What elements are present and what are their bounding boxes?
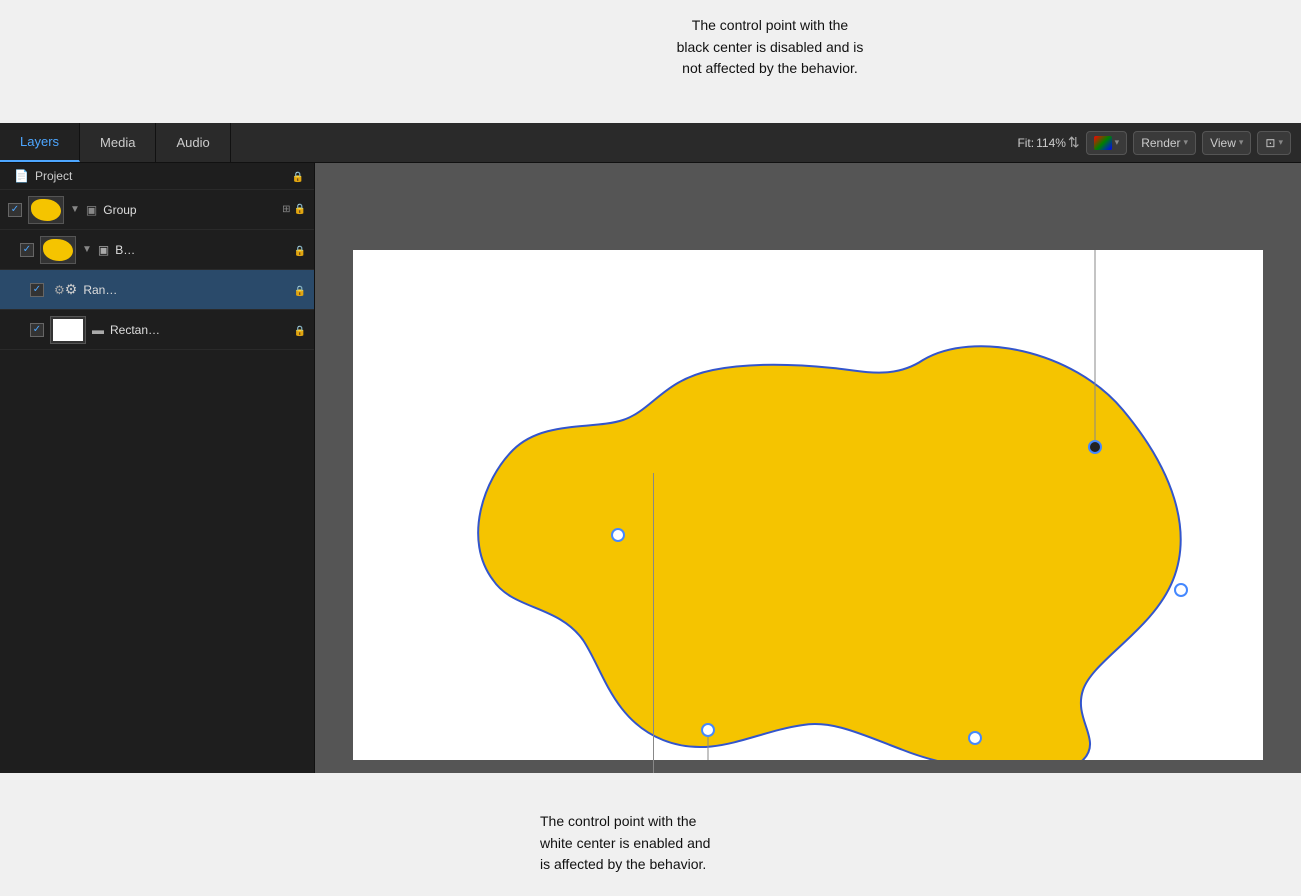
tab-audio[interactable]: Audio bbox=[156, 123, 230, 162]
layer-triangle-group[interactable]: ▼ bbox=[70, 204, 80, 215]
ctrl-pt-bottom-right bbox=[969, 732, 981, 744]
render-button[interactable]: Render ▾ bbox=[1133, 131, 1196, 155]
fit-value: 114% bbox=[1036, 136, 1066, 150]
top-bar: Layers Media Audio Fit: 114% ⇅ ▾ Render … bbox=[0, 123, 1301, 163]
layer-thumb-group bbox=[28, 196, 64, 224]
render-chevron: ▾ bbox=[1184, 137, 1189, 148]
layer-folder-icon bbox=[86, 203, 97, 217]
top-annotation-area: The control point with theblack center i… bbox=[0, 0, 1301, 123]
view-label: View bbox=[1210, 136, 1236, 150]
project-row: Project bbox=[0, 163, 314, 190]
blob-svg bbox=[353, 250, 1263, 760]
layer-row-rectangle[interactable]: Rectan… bbox=[0, 310, 314, 350]
sidebar: Project ▼ Group ⊞ ▼ B… ⚙ Ran… bbox=[0, 163, 315, 836]
tab-media[interactable]: Media bbox=[80, 123, 156, 162]
fit-stepper-icon[interactable]: ⇅ bbox=[1068, 134, 1080, 151]
bottom-annotation-text: The control point with thewhite center i… bbox=[540, 811, 970, 876]
layer-lock-group[interactable] bbox=[294, 204, 306, 215]
tab-layers-label: Layers bbox=[20, 134, 59, 149]
layer-stack-icon: ⊞ bbox=[282, 204, 290, 215]
color-swatch bbox=[1094, 136, 1112, 150]
color-button[interactable]: ▾ bbox=[1086, 131, 1128, 155]
window-button[interactable]: ⊡ ▾ bbox=[1257, 131, 1291, 155]
fit-label: Fit: bbox=[1017, 136, 1034, 150]
top-annotation-label: The control point with theblack center i… bbox=[677, 17, 864, 76]
layer-film-icon bbox=[98, 243, 109, 257]
layer-icons-group: ⊞ bbox=[282, 204, 306, 215]
render-label: Render bbox=[1141, 136, 1180, 150]
tab-layers[interactable]: Layers bbox=[0, 123, 80, 162]
ctrl-pt-top bbox=[1089, 441, 1101, 453]
layer-row-group[interactable]: ▼ Group ⊞ bbox=[0, 190, 314, 230]
thumb-yellow-b bbox=[43, 239, 73, 261]
view-chevron: ▾ bbox=[1239, 137, 1244, 148]
layer-checkbox-group[interactable] bbox=[8, 203, 22, 217]
top-bar-right: Fit: 114% ⇅ ▾ Render ▾ View ▾ ⊡ ▾ bbox=[1017, 131, 1301, 155]
layer-checkbox-b[interactable] bbox=[20, 243, 34, 257]
bottom-annotation-area: The control point with thewhite center i… bbox=[0, 773, 1301, 896]
layer-triangle-b[interactable]: ▼ bbox=[82, 244, 92, 255]
canvas-bg[interactable] bbox=[353, 250, 1263, 760]
canvas-area bbox=[315, 163, 1301, 836]
window-icon: ⊡ bbox=[1265, 136, 1275, 150]
window-chevron: ▾ bbox=[1278, 137, 1283, 148]
layer-lock-b[interactable] bbox=[294, 243, 306, 257]
bottom-annotation-line bbox=[653, 473, 654, 773]
thumb-white-rect bbox=[53, 319, 83, 341]
layer-row-behavior[interactable]: ▼ B… bbox=[0, 230, 314, 270]
tab-audio-label: Audio bbox=[176, 135, 209, 150]
ctrl-pt-left bbox=[612, 529, 624, 541]
tab-group: Layers Media Audio bbox=[0, 123, 231, 162]
project-name: Project bbox=[35, 169, 72, 183]
color-chevron: ▾ bbox=[1115, 137, 1120, 148]
bottom-annotation-label: The control point with thewhite center i… bbox=[540, 813, 710, 872]
layer-lock-ran[interactable] bbox=[294, 283, 306, 297]
top-annotation-text: The control point with theblack center i… bbox=[555, 15, 985, 80]
fit-control: Fit: 114% ⇅ bbox=[1017, 134, 1079, 151]
layer-name-group: Group bbox=[103, 203, 276, 217]
layer-name-b: B… bbox=[115, 243, 287, 257]
ctrl-pt-right bbox=[1175, 584, 1187, 596]
project-label: Project bbox=[14, 169, 72, 183]
layer-gear-icon: ⚙ bbox=[54, 281, 77, 298]
layer-checkbox-rect[interactable] bbox=[30, 323, 44, 337]
thumb-yellow-group bbox=[31, 199, 61, 221]
layer-row-randomize[interactable]: ⚙ Ran… bbox=[0, 270, 314, 310]
project-file-icon bbox=[14, 169, 29, 183]
layer-thumb-rect bbox=[50, 316, 86, 344]
layer-lock-rect[interactable] bbox=[294, 323, 306, 337]
layer-checkbox-ran[interactable] bbox=[30, 283, 44, 297]
view-button[interactable]: View ▾ bbox=[1202, 131, 1251, 155]
layer-thumb-b bbox=[40, 236, 76, 264]
tab-media-label: Media bbox=[100, 135, 135, 150]
layer-name-rect: Rectan… bbox=[110, 323, 288, 337]
layer-rect-icon bbox=[92, 323, 104, 337]
ctrl-pt-bottom bbox=[702, 724, 714, 736]
layer-name-ran: Ran… bbox=[83, 283, 287, 297]
project-lock-icon bbox=[292, 169, 304, 183]
